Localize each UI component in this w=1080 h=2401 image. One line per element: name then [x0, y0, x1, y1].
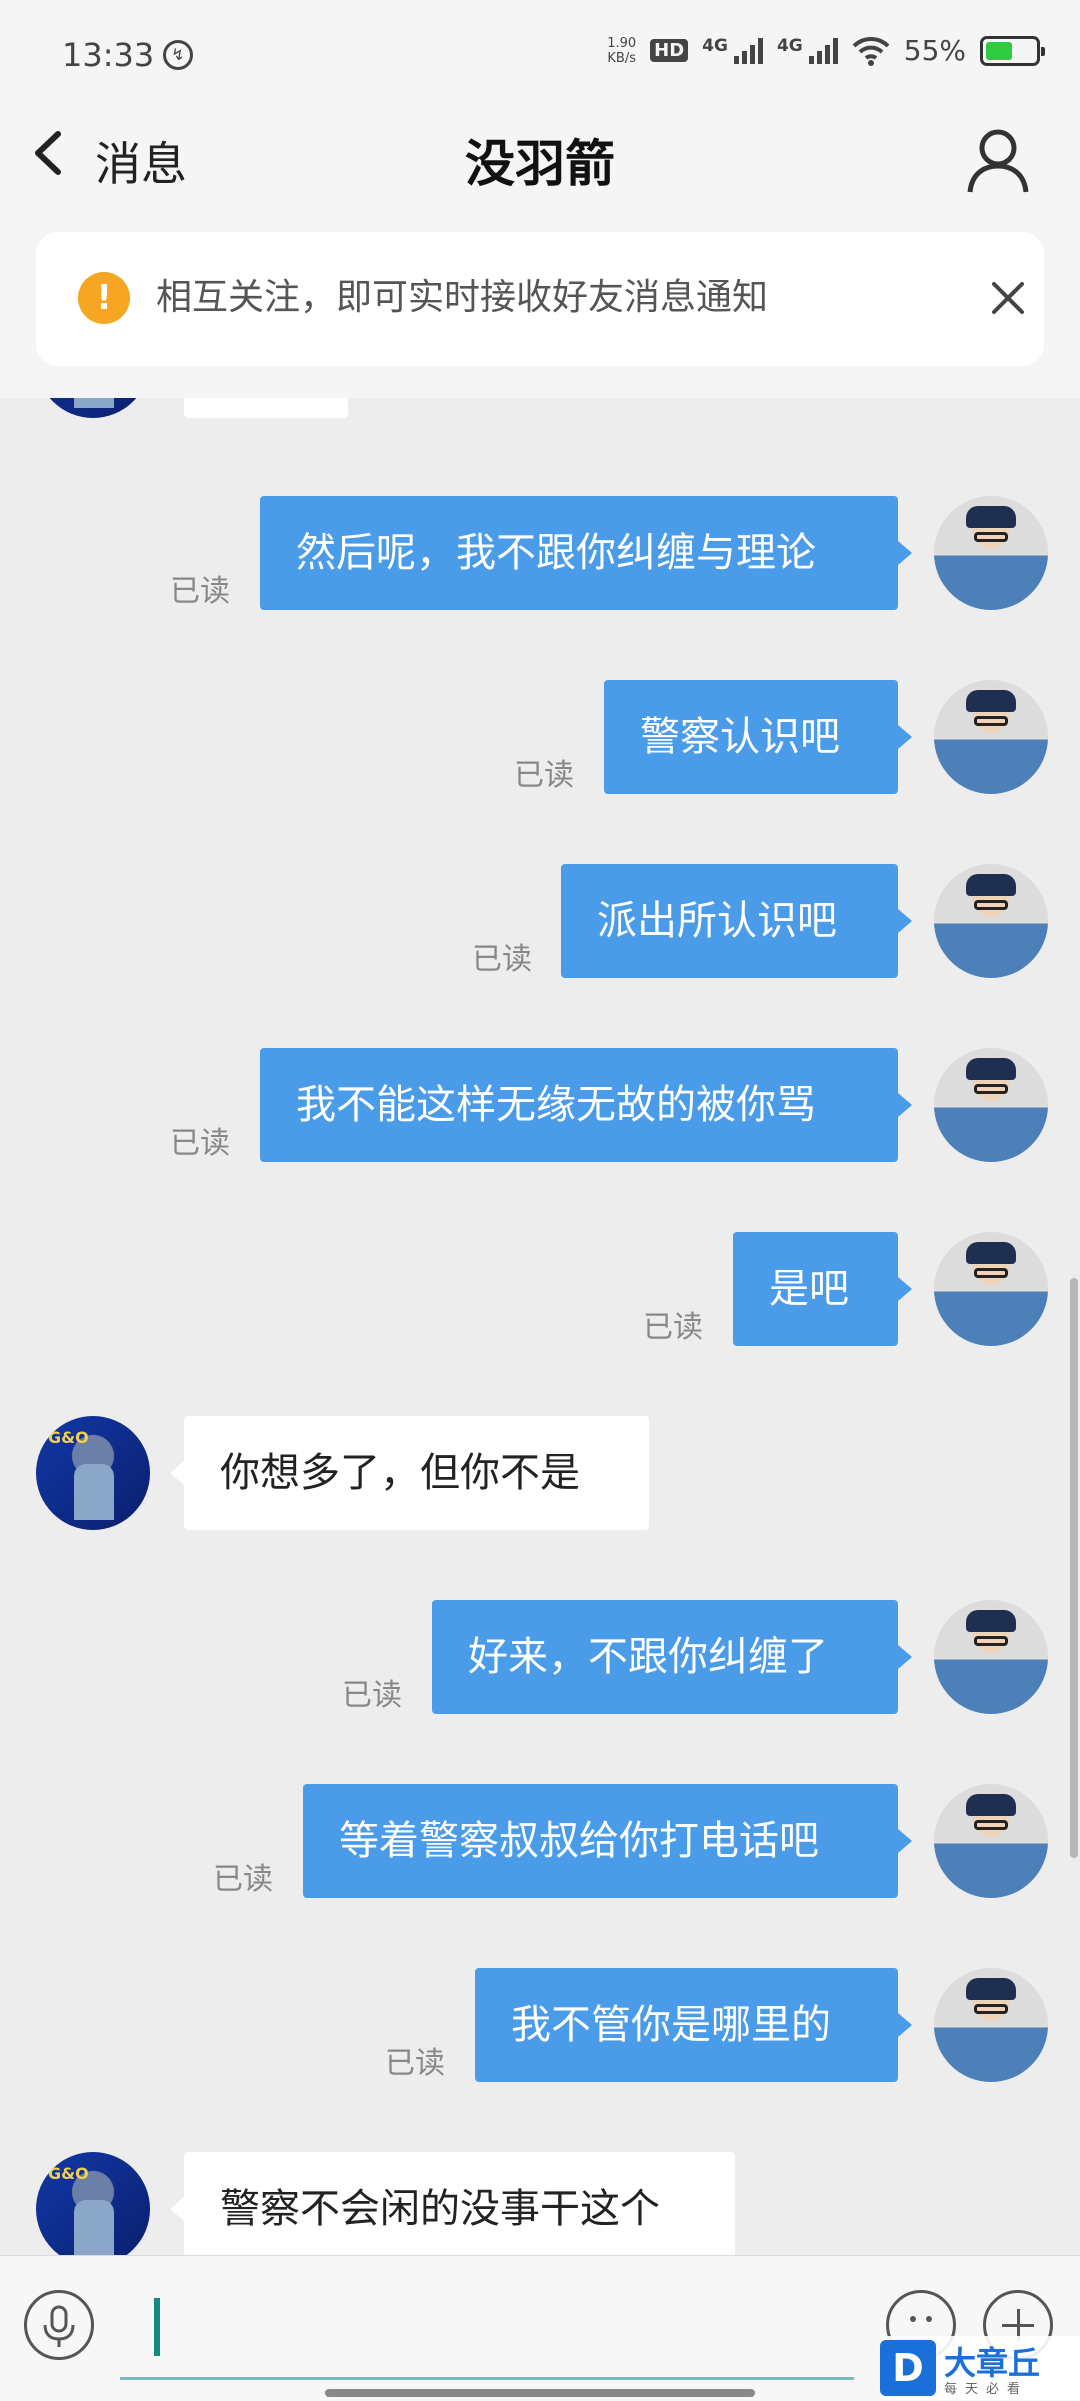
- read-status: 已读: [472, 942, 532, 977]
- read-status: 已读: [170, 574, 230, 609]
- my-avatar[interactable]: [934, 1600, 1048, 1714]
- outgoing-message-bubble[interactable]: 派出所认识吧: [561, 864, 912, 978]
- status-bar: 13:33 ↯ 1.90 KB/s HD 4G 4G 55%: [0, 0, 1080, 100]
- battery-icon: [980, 35, 1045, 66]
- voice-input-button[interactable]: [24, 2290, 94, 2360]
- sim2-network-label: 4G: [776, 35, 803, 56]
- signal-icon: [808, 37, 838, 64]
- hd-voice-icon: HD: [650, 39, 689, 62]
- read-status: 已读: [643, 1310, 703, 1345]
- my-avatar[interactable]: [934, 680, 1048, 794]
- sim1-network-label: 4G: [702, 35, 728, 56]
- text-cursor: [154, 2298, 160, 2356]
- my-avatar[interactable]: [934, 496, 1048, 610]
- read-status: 已读: [514, 758, 574, 793]
- warning-icon: !: [78, 272, 130, 324]
- vpn-icon: ↯: [163, 40, 193, 70]
- contact-avatar[interactable]: [36, 1416, 150, 1530]
- outgoing-message-bubble[interactable]: 然后呢，我不跟你纠缠与理论: [260, 496, 912, 610]
- home-indicator[interactable]: [325, 2389, 755, 2397]
- status-time: 13:33: [62, 36, 155, 74]
- outgoing-message-bubble[interactable]: 我不能这样无缘无故的被你骂: [260, 1048, 912, 1162]
- read-status: 已读: [170, 1126, 230, 1161]
- profile-icon[interactable]: [966, 126, 1030, 194]
- my-avatar[interactable]: [934, 1784, 1048, 1898]
- watermark-logo: D 大章丘 每天必看: [880, 2336, 1080, 2400]
- my-avatar[interactable]: [934, 864, 1048, 978]
- incoming-message-bubble[interactable]: 你想多了，但你不是: [170, 1416, 649, 1530]
- network-speed: 1.90 KB/s: [607, 36, 636, 66]
- my-avatar[interactable]: [934, 1968, 1048, 2082]
- scrollbar[interactable]: [1070, 1278, 1078, 1858]
- battery-fill: [986, 41, 1013, 60]
- outgoing-message-bubble[interactable]: 好来，不跟你纠缠了: [432, 1600, 912, 1714]
- watermark-tagline: 每天必看: [944, 2382, 1029, 2397]
- contact-avatar[interactable]: [36, 2152, 150, 2255]
- outgoing-message-bubble[interactable]: 是吧: [733, 1232, 912, 1346]
- my-avatar[interactable]: [934, 1232, 1048, 1346]
- message-input[interactable]: [120, 2275, 854, 2380]
- signal-icon: [733, 37, 763, 64]
- read-status: 已读: [342, 1678, 402, 1713]
- contact-avatar[interactable]: [36, 398, 150, 418]
- network-speed-value: 1.90: [607, 35, 637, 51]
- notice-text: 相互关注，即可实时接收好友消息通知: [156, 277, 769, 318]
- microphone-icon: [43, 2305, 75, 2347]
- read-status: 已读: [385, 2046, 445, 2081]
- watermark-letter: D: [880, 2340, 936, 2396]
- battery-percent: 55%: [903, 34, 966, 67]
- my-avatar[interactable]: [934, 1048, 1048, 1162]
- network-speed-unit: KB/s: [607, 50, 636, 66]
- wifi-icon: [852, 36, 890, 66]
- incoming-message-bubble[interactable]: [184, 398, 348, 418]
- message-list[interactable]: 已读 然后呢，我不跟你纠缠与理论 已读 警察认识吧 已读 派出所认识吧 已读 我…: [0, 398, 1080, 2255]
- outgoing-message-bubble[interactable]: 我不管你是哪里的: [475, 1968, 912, 2082]
- page-title: 没羽箭: [465, 134, 615, 193]
- outgoing-message-bubble[interactable]: 警察认识吧: [604, 680, 912, 794]
- read-status: 已读: [213, 1862, 273, 1897]
- close-icon[interactable]: [988, 278, 1028, 318]
- incoming-message-bubble[interactable]: 警察不会闲的没事干这个: [170, 2152, 735, 2255]
- outgoing-message-bubble[interactable]: 等着警察叔叔给你打电话吧: [303, 1784, 912, 1898]
